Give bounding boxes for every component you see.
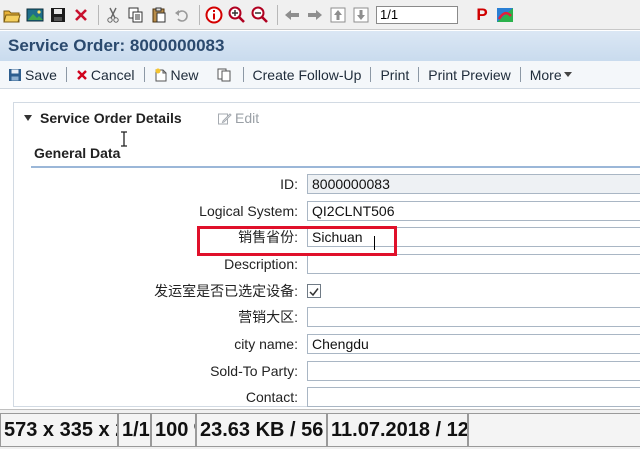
create-follow-up-button[interactable]: Create Follow-Up [253,67,362,83]
description-field[interactable] [307,254,640,274]
p-icon[interactable]: P [472,4,492,26]
field-row-ship-room-selected: 发运室是否已选定设备: [14,280,640,302]
text-cursor-icon [121,131,127,147]
sold-to-party-label: Sold-To Party: [210,363,298,379]
pencil-icon [217,111,232,126]
logical-system-field[interactable]: QI2CLNT506 [307,201,640,221]
save-button[interactable]: Save [8,67,57,83]
status-dimensions: 573 x 335 x 2 [0,413,118,447]
status-file-size: 23.63 KB / 56 [196,413,327,447]
arrow-up-icon[interactable] [328,4,348,26]
status-date: 11.07.2018 / 12 [327,413,468,447]
zoom-in-icon[interactable] [227,4,247,26]
action-separator [519,67,521,82]
save-disk-icon[interactable] [48,4,68,26]
page-number-input[interactable] [376,5,458,24]
collapse-triangle-icon [24,115,32,121]
cancel-button[interactable]: Cancel [76,67,135,83]
city-name-field[interactable]: Chengdu [307,334,640,354]
print-label: Print [380,66,410,83]
arrow-down-icon[interactable] [351,4,371,26]
toolbar-separator [199,4,200,25]
edit-button[interactable]: Edit [217,108,259,128]
paste-icon[interactable] [149,4,169,26]
description-label: Description: [224,256,298,272]
delete-x-icon[interactable] [71,4,91,26]
ship-room-selected-checkbox[interactable] [307,284,321,298]
sales-region-field[interactable] [307,307,640,327]
id-label: ID: [280,176,298,192]
more-menu-button[interactable]: More [530,67,575,83]
action-separator [65,67,67,82]
field-row-id: ID: 8000000083 [14,173,640,195]
print-preview-label: Print Preview [428,66,511,83]
ship-room-selected-label: 发运室是否已选定设备: [154,283,298,299]
toolbar-separator [98,4,99,25]
field-row-logical-system: Logical System: QI2CLNT506 [14,200,640,222]
contact-label: Contact: [245,389,298,405]
print-button[interactable]: Print [380,67,409,83]
more-label: More [529,66,562,83]
action-toolbar: Save Cancel New Create Follow-Up Print P… [0,61,640,89]
annotation-highlight-box [197,226,397,256]
save-label: Save [25,66,57,83]
assignment-block-title: Service Order Details [40,110,182,126]
toolbar-separator [277,4,278,25]
assignment-block-toggle[interactable]: Service Order Details [24,108,182,128]
viewer-toolbar: P [0,0,640,30]
new-label: New [170,66,199,83]
info-icon[interactable] [204,4,224,26]
action-separator [143,67,145,82]
field-row-sales-region: 营销大区: [14,306,640,328]
image-icon[interactable] [25,4,45,26]
text-caret [374,236,375,250]
field-row-contact: Contact: [14,386,640,408]
p-label: P [476,4,488,24]
create-follow-up-label: Create Follow-Up [252,66,362,83]
page-title: Service Order: 8000000083 [8,36,225,55]
arrow-right-icon[interactable] [305,4,325,26]
status-empty-pane [468,413,640,447]
status-page: 1/1 [118,413,151,447]
sold-to-party-field[interactable] [307,361,640,381]
copy-document-icon [217,68,231,82]
copy-document-button[interactable] [217,68,234,82]
zoom-out-icon[interactable] [250,4,270,26]
copy-icon[interactable] [126,4,146,26]
sales-region-label: 营销大区: [238,309,298,325]
logical-system-label: Logical System: [199,203,298,219]
action-separator [242,67,244,82]
cancel-label: Cancel [90,66,135,83]
status-bar: 573 x 335 x 2 1/1 100 % 23.63 KB / 56 11… [0,409,640,449]
palette-icon[interactable] [495,4,515,26]
checkmark-icon [309,288,319,297]
caret-down-icon [563,71,572,78]
cancel-x-icon [76,69,88,81]
open-folder-icon[interactable] [2,4,22,26]
save-disk-icon [8,68,22,82]
page-title-bar: Service Order: 8000000083 [0,31,640,61]
print-preview-button[interactable]: Print Preview [428,67,510,83]
edit-label: Edit [235,110,260,126]
section-title: General Data [34,145,121,161]
contact-field[interactable] [307,387,640,407]
field-row-city-name: city name: Chengdu [14,333,640,355]
arrow-left-icon[interactable] [282,4,302,26]
field-row-description: Description: [14,253,640,275]
new-document-icon [154,68,168,82]
status-zoom: 100 % [151,413,196,447]
action-separator [370,67,372,82]
new-button[interactable]: New [154,67,199,83]
id-field[interactable]: 8000000083 [307,174,640,194]
field-row-sold-to-party: Sold-To Party: [14,360,640,382]
cut-icon[interactable] [103,4,123,26]
section-divider [31,166,640,168]
action-separator [418,67,420,82]
undo-icon[interactable] [172,4,192,26]
city-name-label: city name: [234,336,298,352]
